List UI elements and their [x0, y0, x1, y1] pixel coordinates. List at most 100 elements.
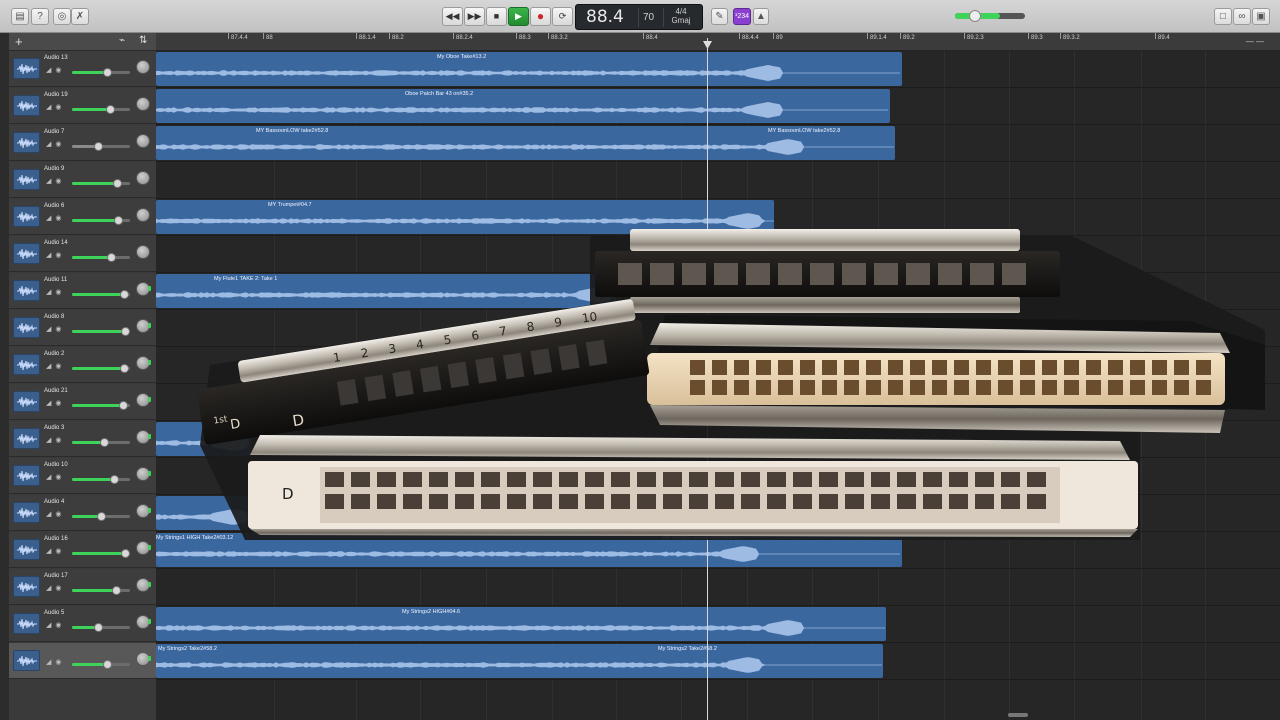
track-lane[interactable]	[156, 569, 1280, 606]
track-volume-knob[interactable]	[120, 290, 129, 299]
track-volume-slider[interactable]	[72, 327, 130, 336]
catch-playhead-icon[interactable]: ⇅	[139, 35, 147, 46]
track-volume-knob[interactable]	[114, 216, 123, 225]
pan-knob[interactable]	[136, 430, 151, 444]
pan-knob[interactable]	[136, 282, 151, 296]
track-volume-slider[interactable]	[72, 512, 130, 521]
pan-knob[interactable]	[136, 245, 150, 259]
track-volume-slider[interactable]	[72, 586, 130, 595]
track-name[interactable]: Audio 17	[44, 573, 68, 579]
rewind-icon[interactable]: ◀◀	[442, 7, 463, 26]
track-header[interactable]: Audio 9 ◢ ◉	[9, 162, 156, 198]
track-header[interactable]: Audio 4 ◢ ◉	[9, 495, 156, 531]
track-lane[interactable]	[156, 162, 1280, 199]
notepad-icon[interactable]: □	[1214, 8, 1232, 25]
track-volume-knob[interactable]	[107, 253, 116, 262]
track-header[interactable]: Audio 8 ◢ ◉	[9, 310, 156, 346]
track-volume-slider[interactable]	[72, 401, 130, 410]
track-name[interactable]: Audio 9	[44, 166, 64, 172]
help-icon[interactable]: ?	[31, 8, 49, 25]
pan-knob[interactable]	[136, 60, 150, 74]
pan-knob[interactable]	[136, 97, 150, 111]
track-volume-knob[interactable]	[113, 179, 122, 188]
pan-knob[interactable]	[136, 504, 151, 518]
track-header[interactable]: Audio 3 ◢ ◉	[9, 421, 156, 457]
mute-solo-icons[interactable]: ◢ ◉	[46, 251, 62, 259]
pan-knob[interactable]	[136, 356, 151, 370]
record-icon[interactable]: ●	[530, 7, 551, 26]
track-name[interactable]: Audio 14	[44, 240, 68, 246]
mute-solo-icons[interactable]: ◢ ◉	[46, 621, 62, 629]
count-in-button[interactable]: ¹234	[733, 8, 751, 25]
track-header[interactable]: Audio 10 ◢ ◉	[9, 458, 156, 494]
mute-solo-icons[interactable]: ◢ ◉	[46, 510, 62, 518]
track-volume-slider[interactable]	[72, 142, 130, 151]
track-volume-slider[interactable]	[72, 105, 130, 114]
track-volume-slider[interactable]	[72, 290, 130, 299]
pan-knob[interactable]	[136, 652, 151, 666]
mute-solo-icons[interactable]: ◢ ◉	[46, 399, 62, 407]
metronome-icon[interactable]: ▲	[753, 8, 769, 25]
track-volume-knob[interactable]	[112, 586, 121, 595]
track-header[interactable]: ◢ ◉	[9, 643, 156, 679]
mute-solo-icons[interactable]: ◢ ◉	[46, 436, 62, 444]
pan-knob[interactable]	[136, 541, 151, 555]
track-header[interactable]: Audio 21 ◢ ◉	[9, 384, 156, 420]
track-header[interactable]: Audio 5 ◢ ◉	[9, 606, 156, 642]
track-volume-knob[interactable]	[97, 512, 106, 521]
pan-knob[interactable]	[136, 171, 150, 185]
pan-knob[interactable]	[136, 208, 150, 222]
track-volume-knob[interactable]	[106, 105, 115, 114]
track-volume-slider[interactable]	[72, 216, 130, 225]
pan-knob[interactable]	[136, 578, 151, 592]
stop-icon[interactable]: ■	[486, 7, 507, 26]
pan-knob[interactable]	[136, 319, 151, 333]
track-header[interactable]: Audio 17 ◢ ◉	[9, 569, 156, 605]
track-volume-knob[interactable]	[110, 475, 119, 484]
track-name[interactable]: Audio 7	[44, 129, 64, 135]
pan-knob[interactable]	[136, 134, 150, 148]
smart-controls-icon[interactable]: ◎	[53, 8, 71, 25]
add-track-icon[interactable]: +	[15, 34, 23, 49]
audio-region[interactable]: My Strings2 Take2#58.2 My Strings2 Take2#…	[156, 644, 883, 678]
automation-icon[interactable]: ⌁	[119, 35, 125, 46]
mute-solo-icons[interactable]: ◢ ◉	[46, 325, 62, 333]
track-name[interactable]: Audio 13	[44, 55, 68, 61]
track-volume-slider[interactable]	[72, 549, 130, 558]
mute-solo-icons[interactable]: ◢ ◉	[46, 547, 62, 555]
track-volume-knob[interactable]	[119, 401, 128, 410]
media-browser-icon[interactable]: ▣	[1252, 8, 1270, 25]
track-name[interactable]: Audio 5	[44, 610, 64, 616]
mute-solo-icons[interactable]: ◢ ◉	[46, 584, 62, 592]
library-icon[interactable]: ▤	[11, 8, 29, 25]
cycle-icon[interactable]: ⟳	[552, 7, 573, 26]
track-volume-knob[interactable]	[103, 68, 112, 77]
ruler-minus-plus-icon[interactable]: — —	[1246, 37, 1264, 46]
track-name[interactable]: Audio 10	[44, 462, 68, 468]
track-name[interactable]: Audio 11	[44, 277, 67, 283]
pan-knob[interactable]	[136, 467, 151, 481]
mute-solo-icons[interactable]: ◢ ◉	[46, 288, 62, 296]
track-header[interactable]: Audio 2 ◢ ◉	[9, 347, 156, 383]
track-name[interactable]: Audio 3	[44, 425, 64, 431]
master-volume-slider[interactable]	[955, 10, 1025, 22]
track-volume-knob[interactable]	[100, 438, 109, 447]
mute-solo-icons[interactable]: ◢ ◉	[46, 140, 62, 148]
lcd-display[interactable]: 88.4 70 4/4 Gmaj	[575, 4, 703, 30]
play-icon[interactable]: ▶	[508, 7, 529, 26]
track-header[interactable]: Audio 16 ◢ ◉	[9, 532, 156, 568]
track-header[interactable]: Audio 14 ◢ ◉	[9, 236, 156, 272]
track-volume-slider[interactable]	[72, 179, 130, 188]
mute-solo-icons[interactable]: ◢ ◉	[46, 214, 62, 222]
mute-solo-icons[interactable]: ◢ ◉	[46, 66, 62, 74]
track-volume-slider[interactable]	[72, 68, 130, 77]
mute-solo-icons[interactable]: ◢ ◉	[46, 362, 62, 370]
mute-solo-icons[interactable]: ◢ ◉	[46, 177, 62, 185]
track-header[interactable]: Audio 13 ◢ ◉	[9, 51, 156, 87]
track-volume-knob[interactable]	[94, 142, 103, 151]
track-header[interactable]: Audio 7 ◢ ◉	[9, 125, 156, 161]
track-name[interactable]: Audio 4	[44, 499, 64, 505]
track-name[interactable]: Audio 8	[44, 314, 64, 320]
master-volume-knob[interactable]	[969, 10, 981, 22]
track-header[interactable]: Audio 11 ◢ ◉	[9, 273, 156, 309]
